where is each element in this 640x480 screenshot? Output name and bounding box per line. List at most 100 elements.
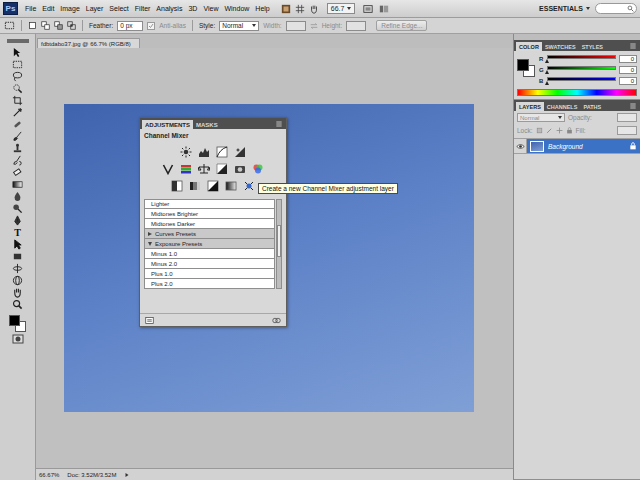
lock-position-icon[interactable] [556, 127, 563, 134]
threshold-icon[interactable] [207, 180, 219, 192]
panel-tab[interactable]: LAYERS [516, 102, 544, 111]
pen-tool-icon[interactable] [12, 215, 23, 226]
crop-tool-icon[interactable] [12, 95, 23, 106]
quick-mask-icon[interactable] [12, 333, 24, 345]
eyedropper-tool-icon[interactable] [12, 107, 23, 118]
feather-field[interactable]: 0 px [117, 21, 143, 31]
preset-group[interactable]: Curves Presets [144, 229, 275, 239]
bridge-icon[interactable] [281, 4, 291, 14]
search-field[interactable] [595, 3, 637, 14]
panel-menu-button[interactable] [629, 102, 637, 110]
tools-panel-grip[interactable] [7, 39, 29, 43]
gradient-map-icon[interactable] [225, 180, 237, 192]
channel-value[interactable]: 0 [619, 77, 637, 85]
menu-item[interactable]: File [22, 3, 39, 14]
healing-brush-tool-icon[interactable] [12, 119, 23, 130]
lasso-tool-icon[interactable] [12, 71, 23, 82]
subtract-selection-icon[interactable] [54, 21, 63, 30]
panel-tab[interactable]: STYLES [579, 42, 606, 51]
3d-rotate-tool-icon[interactable] [12, 263, 23, 274]
document-tab[interactable]: fdbtdabo37.jpg @ 66.7% (RGB/8) [37, 38, 140, 48]
zoom-dropdown[interactable]: 66.7 [327, 3, 356, 14]
panel-menu-button[interactable] [629, 42, 637, 50]
move-tool-icon[interactable] [12, 47, 23, 58]
preset-group[interactable]: Exposure Presets [144, 239, 275, 249]
return-to-list-icon[interactable] [145, 316, 154, 325]
color-spectrum[interactable] [517, 89, 637, 96]
clone-stamp-tool-icon[interactable] [12, 143, 23, 154]
scroll-thumb[interactable] [277, 225, 281, 257]
menu-item[interactable]: Analysis [153, 3, 185, 14]
lock-transparency-icon[interactable] [536, 127, 543, 134]
add-selection-icon[interactable] [41, 21, 50, 30]
eye-icon[interactable] [516, 142, 525, 151]
levels-icon[interactable] [198, 146, 210, 158]
brush-tool-icon[interactable] [12, 131, 23, 142]
workspace-switcher[interactable]: ESSENTIALS [534, 5, 595, 12]
history-brush-tool-icon[interactable] [12, 155, 23, 166]
slider-thumb[interactable] [545, 70, 549, 74]
refine-edge-button[interactable]: Refine Edge... [376, 20, 427, 31]
screen-mode-icon[interactable] [363, 4, 373, 14]
color-slider[interactable] [547, 55, 616, 63]
panel-menu-icon[interactable] [629, 102, 637, 110]
layer-body[interactable]: Background [527, 139, 640, 153]
vibrance-icon[interactable] [162, 163, 174, 175]
marquee-tool-icon[interactable] [12, 59, 23, 70]
menu-item[interactable]: View [200, 3, 221, 14]
status-zoom[interactable]: 66.67% [39, 472, 59, 478]
preset-item[interactable]: Lighter [144, 199, 275, 209]
hue-saturation-icon[interactable] [180, 163, 192, 175]
color-swatches[interactable] [517, 59, 535, 77]
slider-track[interactable] [547, 66, 616, 70]
slider-thumb[interactable] [545, 81, 549, 85]
arrange-documents-icon[interactable] [379, 4, 389, 14]
preset-item[interactable]: Plus 2.0 [144, 279, 275, 289]
panel-menu-button[interactable] [275, 120, 283, 128]
menu-item[interactable]: 3D [185, 3, 200, 14]
channel-value[interactable]: 0 [619, 66, 637, 74]
foreground-color[interactable] [517, 59, 529, 71]
menu-item[interactable]: Layer [83, 3, 107, 14]
quick-selection-tool-icon[interactable] [12, 83, 23, 94]
type-tool-icon[interactable]: T [12, 227, 23, 238]
menu-item[interactable]: Help [252, 3, 272, 14]
panel-tab[interactable]: MASKS [193, 120, 221, 129]
clip-to-layer-icon[interactable] [272, 316, 281, 325]
blur-tool-icon[interactable] [12, 191, 23, 202]
marquee-preset-icon[interactable] [4, 20, 15, 31]
menu-item[interactable]: Select [106, 3, 131, 14]
path-selection-tool-icon[interactable] [12, 239, 23, 250]
new-selection-icon[interactable] [28, 21, 37, 30]
slider-track[interactable] [547, 77, 616, 81]
status-arrow-icon[interactable] [124, 472, 130, 478]
channel-value[interactable]: 0 [619, 55, 637, 63]
height-field[interactable] [346, 21, 366, 31]
brightness-contrast-icon[interactable] [180, 146, 192, 158]
slider-track[interactable] [547, 55, 616, 59]
guides-icon[interactable] [295, 4, 305, 14]
intersect-selection-icon[interactable] [67, 21, 76, 30]
zoom-tool-icon[interactable] [12, 299, 23, 310]
menu-item[interactable]: Image [57, 3, 82, 14]
anti-alias-checkbox[interactable] [147, 22, 155, 30]
disclosure-triangle-icon[interactable] [148, 242, 152, 246]
panel-tab[interactable]: COLOR [516, 42, 542, 51]
preset-scrollbar[interactable] [276, 199, 282, 289]
exposure-icon[interactable] [234, 146, 246, 158]
blend-mode-select[interactable]: Normal [517, 113, 565, 122]
posterize-icon[interactable] [189, 180, 201, 192]
swap-icon[interactable] [310, 22, 318, 30]
preset-item[interactable]: Minus 1.0 [144, 249, 275, 259]
gradient-tool-icon[interactable] [12, 179, 23, 190]
panel-tab[interactable]: ADJUSTMENTS [142, 120, 193, 129]
curves-icon[interactable] [216, 146, 228, 158]
selective-color-icon[interactable] [243, 180, 255, 192]
panel-tab[interactable]: CHANNELS [544, 102, 581, 111]
preset-item[interactable]: Midtones Brighter [144, 209, 275, 219]
color-slider[interactable] [547, 66, 616, 74]
menu-item[interactable]: Filter [132, 3, 154, 14]
dodge-tool-icon[interactable] [12, 203, 23, 214]
black-white-icon[interactable] [216, 163, 228, 175]
disclosure-triangle-icon[interactable] [148, 232, 152, 236]
